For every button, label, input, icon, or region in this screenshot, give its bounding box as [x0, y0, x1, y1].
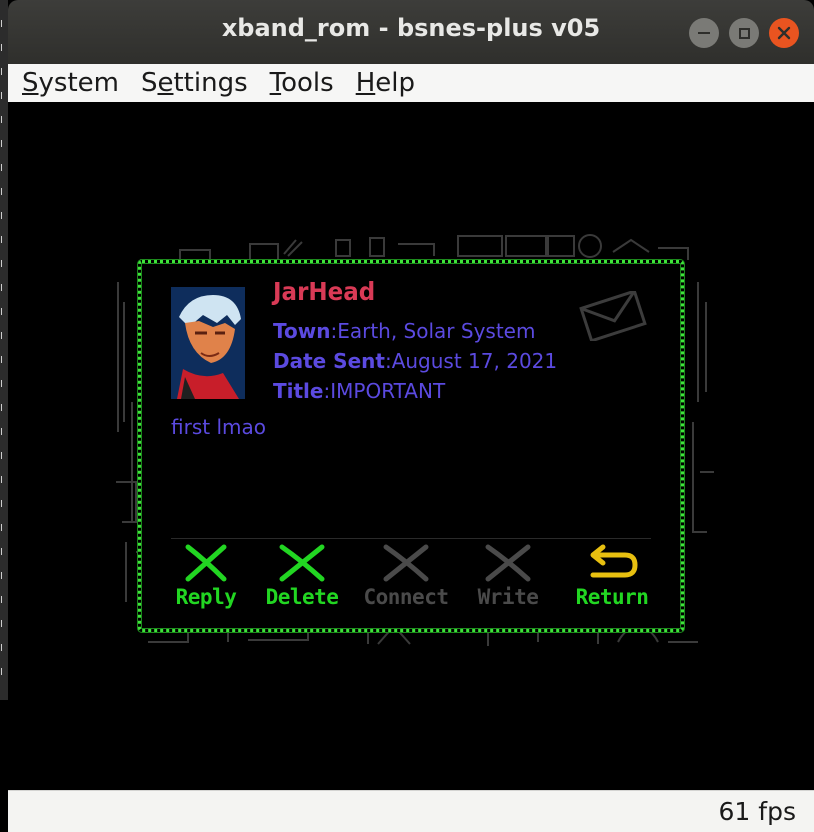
maximize-icon — [738, 27, 750, 39]
terminal-glyph — [1, 404, 7, 411]
fps-counter: 61 fps — [718, 797, 796, 826]
message-body: first lmao — [171, 415, 266, 439]
minimize-button[interactable] — [689, 18, 719, 48]
title-value: IMPORTANT — [330, 379, 446, 403]
close-button[interactable] — [769, 18, 799, 48]
terminal-glyph — [1, 308, 7, 315]
terminal-glyph — [1, 548, 7, 555]
terminal-glyph — [1, 188, 7, 195]
colon: : — [384, 349, 392, 373]
close-icon — [777, 26, 791, 40]
terminal-glyph — [1, 284, 7, 291]
terminal-glyph — [1, 260, 7, 267]
terminal-glyph — [1, 140, 7, 147]
return-label: Return — [575, 585, 649, 609]
sender-avatar — [171, 287, 245, 399]
background-terminal-edge — [0, 0, 8, 700]
date-label: Date Sent — [273, 349, 385, 373]
terminal-glyph — [1, 236, 7, 243]
reply-button[interactable]: Reply — [161, 543, 251, 609]
reply-label: Reply — [175, 585, 237, 609]
terminal-glyph — [1, 620, 7, 627]
write-button[interactable]: Write — [463, 543, 553, 609]
terminal-glyph — [1, 668, 7, 675]
terminal-glyph — [1, 452, 7, 459]
terminal-glyph — [1, 164, 7, 171]
terminal-glyph — [1, 92, 7, 99]
return-button[interactable]: Return — [567, 543, 657, 609]
status-bar: 61 fps — [8, 790, 814, 832]
title-label: Title — [273, 379, 324, 403]
emulator-window: xband_rom - bsnes-plus v05 System Settin… — [0, 0, 814, 832]
divider — [171, 538, 651, 539]
terminal-glyph — [1, 428, 7, 435]
emulator-screen[interactable]: JarHead Town:Earth, Solar System Date Se… — [8, 102, 814, 790]
menu-settings[interactable]: Settings — [141, 68, 248, 98]
message-card: JarHead Town:Earth, Solar System Date Se… — [138, 260, 684, 632]
delete-button[interactable]: Delete — [257, 543, 347, 609]
town-label: Town — [273, 319, 331, 343]
envelope-icon — [579, 291, 647, 341]
terminal-glyph — [1, 356, 7, 363]
delete-label: Delete — [265, 585, 339, 609]
town-field: Town:Earth, Solar System — [273, 319, 535, 343]
return-arrow-icon — [590, 544, 638, 578]
sender-name: JarHead — [273, 277, 376, 306]
x-icon — [383, 544, 429, 582]
terminal-glyph — [1, 572, 7, 579]
town-value: Earth, Solar System — [337, 319, 536, 343]
terminal-glyph — [1, 380, 7, 387]
terminal-glyph — [1, 332, 7, 339]
title-field: Title:IMPORTANT — [273, 379, 445, 403]
title-bar[interactable]: xband_rom - bsnes-plus v05 — [8, 0, 814, 64]
terminal-glyph — [1, 212, 7, 219]
date-field: Date Sent:August 17, 2021 — [273, 349, 557, 373]
terminal-glyph — [1, 476, 7, 483]
terminal-glyph — [1, 20, 7, 27]
terminal-glyph — [1, 500, 7, 507]
menu-system[interactable]: System — [22, 68, 119, 98]
menu-bar: System Settings Tools Help — [8, 64, 814, 102]
terminal-glyph — [1, 596, 7, 603]
connect-label: Connect — [363, 585, 449, 609]
date-value: August 17, 2021 — [391, 349, 558, 373]
x-icon — [185, 544, 227, 582]
terminal-glyph — [1, 68, 7, 75]
menu-help[interactable]: Help — [356, 68, 415, 98]
x-icon — [279, 544, 325, 582]
write-label: Write — [477, 585, 539, 609]
terminal-glyph — [1, 524, 7, 531]
terminal-glyph — [1, 44, 7, 51]
terminal-glyph — [1, 116, 7, 123]
x-icon — [485, 544, 531, 582]
terminal-glyph — [1, 644, 7, 651]
connect-button[interactable]: Connect — [361, 543, 451, 609]
menu-tools[interactable]: Tools — [270, 68, 334, 98]
maximize-button[interactable] — [729, 18, 759, 48]
minimize-icon — [698, 32, 710, 34]
